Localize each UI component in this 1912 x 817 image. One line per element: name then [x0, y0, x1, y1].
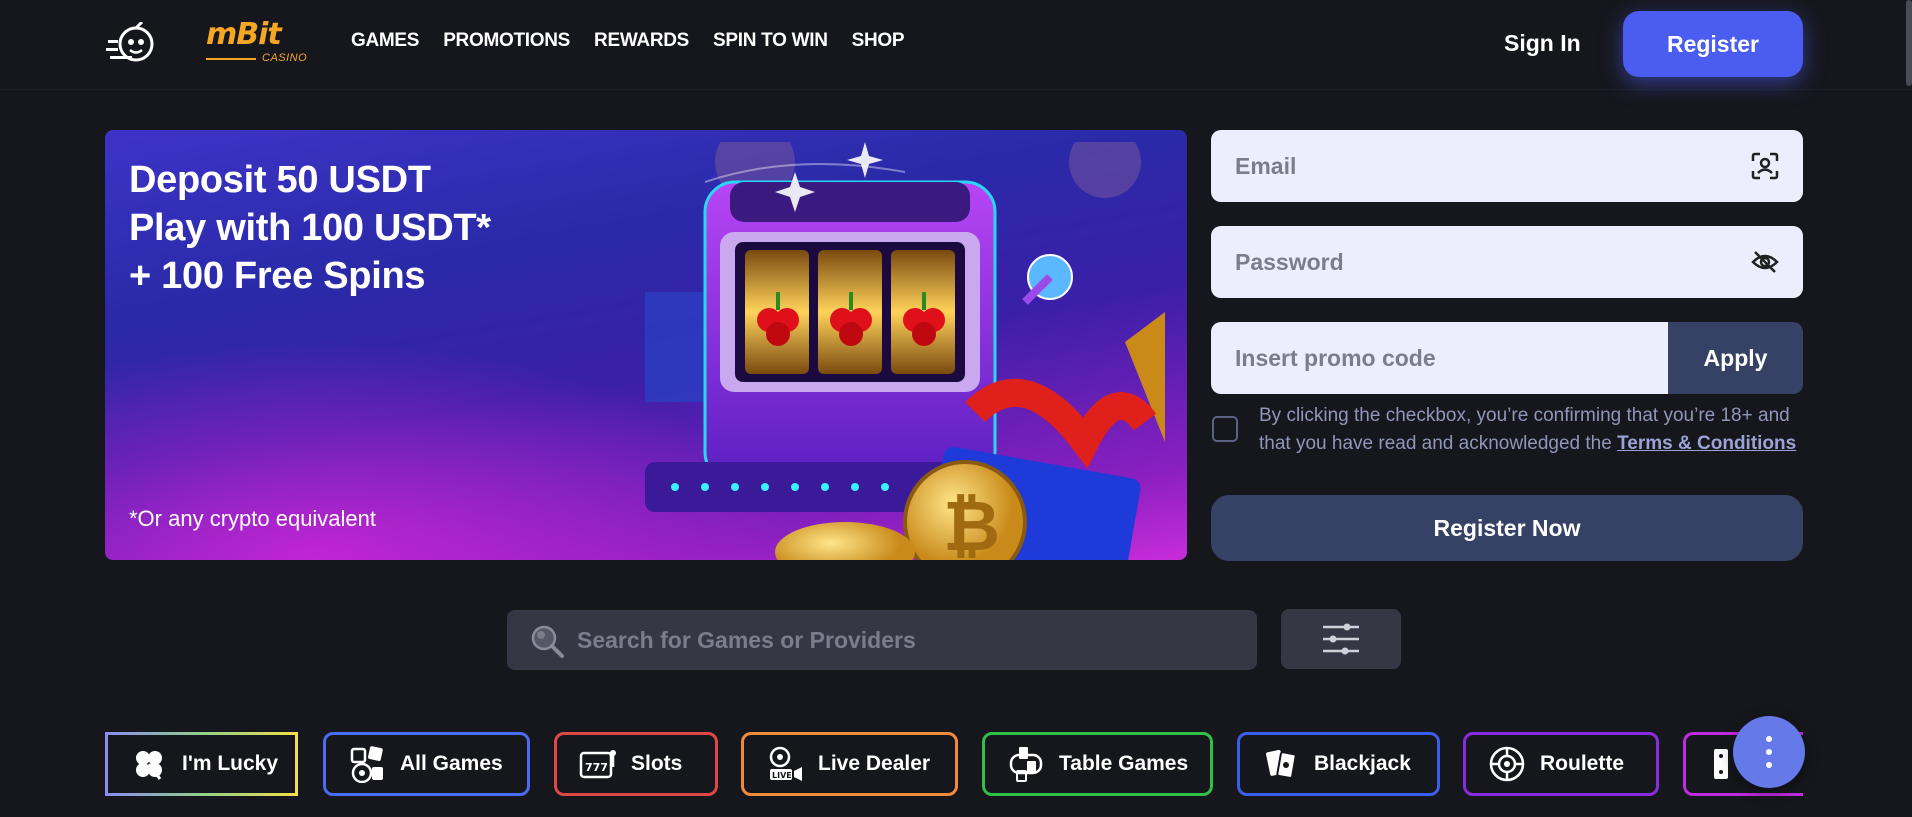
promo-code-input[interactable]	[1211, 322, 1668, 394]
site-header: mBit CASINO GAMES PROMOTIONS REWARDS SPI…	[0, 0, 1912, 90]
eye-off-icon[interactable]	[1751, 248, 1779, 276]
more-options-button[interactable]	[1733, 716, 1805, 788]
category-all-games[interactable]: All Games	[323, 732, 530, 796]
nav-games[interactable]: GAMES	[351, 30, 419, 52]
promo-code-field[interactable]	[1211, 322, 1668, 394]
cards-icon	[1266, 749, 1297, 779]
category-label: Live Dealer	[818, 752, 931, 775]
terms-checkbox[interactable]	[1212, 416, 1238, 442]
password-input[interactable]	[1211, 226, 1803, 298]
category-label: Slots	[631, 752, 683, 775]
more-options-dot	[1766, 749, 1772, 755]
category-blackjack[interactable]: Blackjack	[1237, 732, 1440, 796]
mbit-casino-logo[interactable]: mBit CASINO	[206, 17, 308, 66]
game-search-bar	[507, 610, 1257, 670]
slot-machine-illustration: ₿	[645, 142, 1165, 560]
svg-text:₿: ₿	[943, 485, 1000, 560]
register-button[interactable]: Register	[1623, 11, 1803, 77]
banner-line-2: Play with 100 USDT*	[129, 207, 491, 249]
apply-promo-button[interactable]: Apply	[1668, 322, 1803, 394]
svg-text:777: 777	[585, 761, 608, 774]
brand-name: mBit	[206, 17, 282, 52]
banner-line-3: + 100 Free Spins	[129, 255, 426, 297]
dice-chips-icon	[350, 746, 383, 783]
user-scan-icon	[1751, 152, 1779, 180]
logo-underline	[206, 58, 256, 60]
sign-in-link[interactable]: Sign In	[1504, 30, 1581, 57]
category-table-games[interactable]: Table Games	[982, 732, 1213, 796]
table-games-icon	[1009, 747, 1043, 782]
banner-headline: Deposit 50 USDT Play with 100 USDT* + 10…	[129, 156, 491, 300]
category-label: Blackjack	[1314, 752, 1411, 775]
category-label: I'm Lucky	[182, 752, 279, 775]
terms-link[interactable]: Terms & Conditions	[1617, 433, 1796, 454]
brand-sub: CASINO	[262, 52, 308, 64]
mascot-logo-icon[interactable]	[106, 22, 156, 64]
roulette-icon	[1489, 746, 1525, 782]
banner-footnote: *Or any crypto equivalent	[129, 506, 377, 531]
clover-icon	[136, 751, 162, 780]
filter-button[interactable]	[1281, 609, 1401, 669]
category-im-lucky[interactable]: I'm Lucky	[105, 732, 298, 796]
main-nav: GAMES PROMOTIONS REWARDS SPIN TO WIN SHO…	[351, 30, 905, 52]
banner-line-1: Deposit 50 USDT	[129, 159, 431, 201]
nav-spin-to-win[interactable]: SPIN TO WIN	[713, 30, 828, 52]
category-label: All Games	[400, 752, 503, 775]
search-icon	[531, 625, 564, 658]
svg-text:LIVE: LIVE	[772, 771, 792, 780]
email-field[interactable]	[1211, 130, 1803, 202]
search-input[interactable]	[577, 610, 1237, 670]
register-now-button[interactable]: Register Now	[1211, 495, 1803, 561]
more-options-dot	[1766, 736, 1772, 742]
category-slots[interactable]: 777 Slots	[554, 732, 718, 796]
sliders-icon	[1323, 623, 1359, 655]
nav-shop[interactable]: SHOP	[852, 30, 905, 52]
nav-rewards[interactable]: REWARDS	[594, 30, 689, 52]
promo-banner[interactable]: Deposit 50 USDT Play with 100 USDT* + 10…	[105, 130, 1187, 560]
live-dealer-icon: LIVE	[769, 746, 802, 781]
category-label: Roulette	[1540, 752, 1624, 775]
email-input[interactable]	[1211, 130, 1803, 202]
terms-text: By clicking the checkbox, you’re confirm…	[1259, 402, 1799, 458]
category-roulette[interactable]: Roulette	[1463, 732, 1659, 796]
password-field[interactable]	[1211, 226, 1803, 298]
more-options-dot	[1766, 762, 1772, 768]
category-label: Table Games	[1059, 752, 1189, 775]
page-scrollbar[interactable]	[1906, 0, 1912, 86]
promo-code-group: Apply	[1211, 322, 1803, 394]
nav-promotions[interactable]: PROMOTIONS	[443, 30, 570, 52]
slot-machine-icon: 777	[579, 750, 616, 779]
category-live-dealer[interactable]: LIVE Live Dealer	[741, 732, 958, 796]
